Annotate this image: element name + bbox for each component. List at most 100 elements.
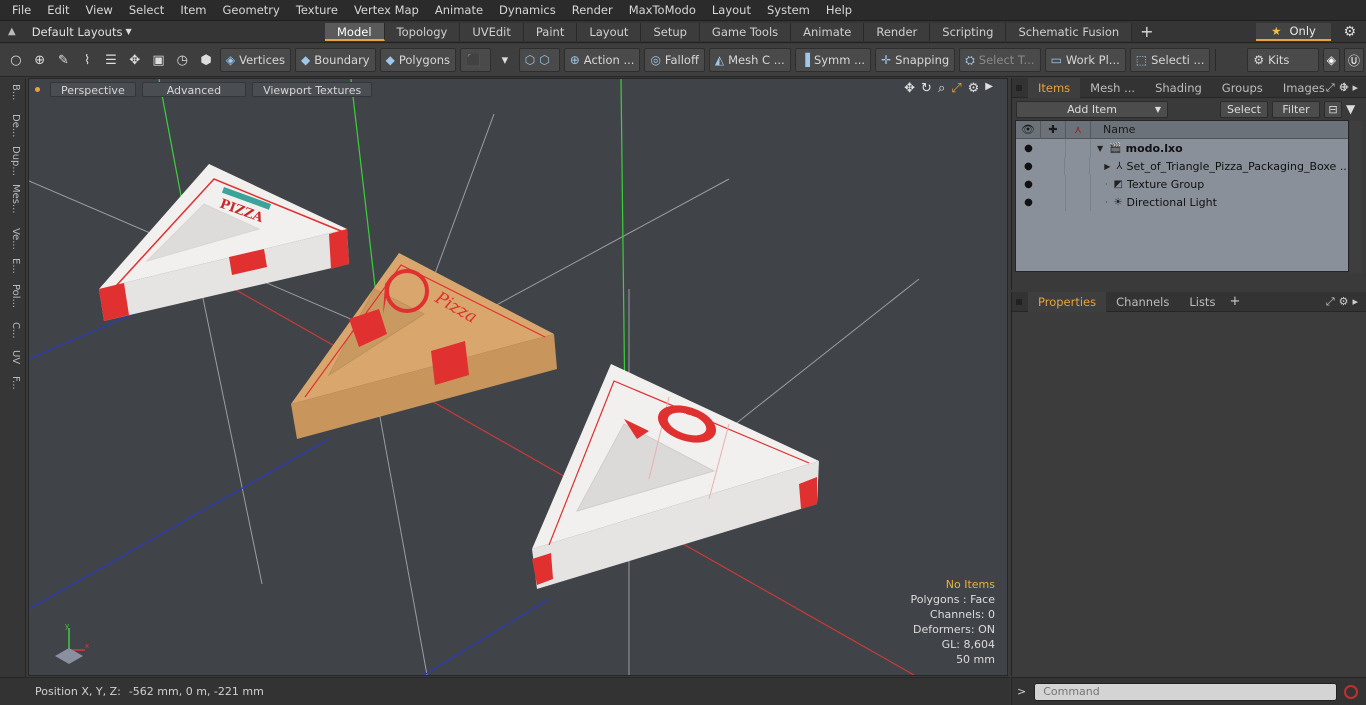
- pizza-box-kraft[interactable]: Pizza: [291, 253, 557, 439]
- tab-model[interactable]: Model: [325, 22, 385, 41]
- menu-animate[interactable]: Animate: [427, 0, 491, 21]
- tab-layout[interactable]: Layout: [577, 22, 642, 41]
- eye-icon[interactable]: ●: [1016, 143, 1041, 154]
- scene-canvas[interactable]: PIZZA Pizza PIZZA: [29, 79, 1008, 676]
- tree-row-texture-group[interactable]: ● · ◩ Texture Group: [1016, 175, 1348, 193]
- expand-up-icon[interactable]: ▲: [8, 26, 16, 37]
- vtab-vertex[interactable]: Ve...: [3, 228, 21, 250]
- snap-tools-group[interactable]: ⬡ ⬡: [518, 48, 560, 72]
- vtab-curve[interactable]: C...: [3, 322, 21, 339]
- menu-dynamics[interactable]: Dynamics: [491, 0, 564, 21]
- tree-row-scene[interactable]: ● ▼ 🎬 modo.lxo: [1016, 139, 1348, 157]
- tab-channels[interactable]: Channels: [1106, 292, 1179, 312]
- menu-item[interactable]: Item: [172, 0, 214, 21]
- filter-button[interactable]: Filter: [1272, 100, 1320, 118]
- funnel-icon[interactable]: ▼: [1346, 102, 1360, 116]
- snapping-button[interactable]: ✛ Snapping: [875, 48, 956, 72]
- eye-icon[interactable]: ●: [1016, 161, 1041, 172]
- viewport-menu-arrow-icon[interactable]: ▶: [985, 81, 993, 96]
- unity-button[interactable]: ◈: [1322, 48, 1340, 72]
- vtab-duplicate[interactable]: Dup...: [3, 146, 21, 176]
- menu-select[interactable]: Select: [121, 0, 172, 21]
- panel-window-controls-icon[interactable]: ⤢⚙▸: [1326, 81, 1362, 95]
- vertices-button[interactable]: ◈ Vertices: [219, 48, 291, 72]
- kits-button[interactable]: ⚙ Kits: [1247, 48, 1319, 72]
- shield-icon[interactable]: ⬢: [195, 49, 217, 71]
- brush-icon[interactable]: ⌇: [76, 49, 98, 71]
- tab-mesh[interactable]: Mesh ...: [1080, 78, 1145, 98]
- name-column-header[interactable]: Name: [1091, 123, 1135, 136]
- tab-scripting[interactable]: Scripting: [930, 22, 1007, 41]
- collapse-icon[interactable]: ⊟: [1324, 100, 1342, 118]
- vtab-deform[interactable]: De...: [3, 114, 21, 137]
- visibility-column-icon[interactable]: 👁: [1016, 120, 1041, 139]
- rotate-icon[interactable]: ↻: [921, 81, 932, 96]
- tab-schematic-fusion[interactable]: Schematic Fusion: [1006, 22, 1133, 41]
- pan-icon[interactable]: ✥: [904, 81, 915, 96]
- globe-icon[interactable]: ⊕: [29, 49, 51, 71]
- tab-lists[interactable]: Lists: [1179, 292, 1225, 312]
- add-tab-icon[interactable]: +: [1132, 22, 1161, 41]
- lock-column-icon[interactable]: ✚: [1041, 120, 1066, 139]
- expand-arrow-icon[interactable]: ▼: [1097, 144, 1103, 153]
- eye-icon[interactable]: ●: [1016, 179, 1041, 190]
- tab-animate[interactable]: Animate: [791, 22, 865, 41]
- perspective-button[interactable]: Perspective: [50, 81, 136, 97]
- vtab-fusion[interactable]: F...: [3, 376, 21, 390]
- transform-icon[interactable]: ✥: [124, 49, 146, 71]
- zoom-icon[interactable]: ⌕: [938, 81, 945, 96]
- tab-render[interactable]: Render: [864, 22, 931, 41]
- panel-grip-icon[interactable]: [1016, 84, 1022, 91]
- viewport-gear-icon[interactable]: ⚙: [968, 81, 980, 96]
- frame-icon[interactable]: ▣: [148, 49, 170, 71]
- chevron-down-icon[interactable]: ▾: [494, 49, 516, 71]
- menu-system[interactable]: System: [759, 0, 818, 21]
- 3d-viewport[interactable]: Perspective Advanced Viewport Textures ✥…: [28, 78, 1008, 676]
- record-macro-icon[interactable]: [1344, 684, 1359, 699]
- polygons-button[interactable]: ◆ Polygons: [379, 48, 457, 72]
- unreal-button[interactable]: Ⓤ: [1344, 48, 1365, 72]
- tab-setup[interactable]: Setup: [641, 22, 700, 41]
- advanced-button[interactable]: Advanced: [141, 81, 247, 97]
- menu-help[interactable]: Help: [818, 0, 860, 21]
- only-button[interactable]: ★ Only: [1256, 23, 1331, 41]
- circle-select-icon[interactable]: ○: [5, 49, 27, 71]
- vtab-edge[interactable]: E...: [3, 258, 21, 274]
- add-item-button[interactable]: Add Item ▼: [1016, 100, 1168, 118]
- stack-icon[interactable]: ☰: [100, 49, 122, 71]
- tree-scrollbar[interactable]: [1350, 121, 1362, 273]
- pizza-box-white-2[interactable]: PIZZA: [532, 364, 819, 589]
- command-history-chevron-icon[interactable]: >: [1017, 685, 1026, 698]
- vtab-mesh-edit[interactable]: Mes...: [3, 184, 21, 214]
- menu-view[interactable]: View: [78, 0, 121, 21]
- tab-properties[interactable]: Properties: [1028, 291, 1107, 312]
- gear-icon[interactable]: ⚙: [1343, 24, 1356, 40]
- tab-items[interactable]: Items: [1028, 77, 1081, 98]
- menu-vertex-map[interactable]: Vertex Map: [346, 0, 427, 21]
- action-center-button[interactable]: ⊕ Action ...: [563, 48, 641, 72]
- tab-topology[interactable]: Topology: [384, 22, 461, 41]
- selection-sets-button[interactable]: ⬚ Selecti ...: [1129, 48, 1211, 72]
- boundary-button[interactable]: ◆ Boundary: [295, 48, 376, 72]
- pizza-box-white-1[interactable]: PIZZA: [99, 164, 349, 321]
- pen-icon[interactable]: ✎: [53, 49, 75, 71]
- symmetry-button[interactable]: ▐ Symm ...: [794, 48, 872, 72]
- falloff-button[interactable]: ◎ Falloff: [644, 48, 705, 72]
- vtab-basic[interactable]: B...: [3, 84, 21, 100]
- tab-groups[interactable]: Groups: [1212, 78, 1273, 98]
- command-input[interactable]: [1034, 682, 1338, 701]
- menu-render[interactable]: Render: [564, 0, 621, 21]
- material-mode-button[interactable]: ⬛: [460, 48, 491, 72]
- viewport-menu-dot[interactable]: [35, 86, 40, 92]
- menu-edit[interactable]: Edit: [39, 0, 77, 21]
- mesh-constraints-button[interactable]: ◭ Mesh C ...: [708, 48, 791, 72]
- tab-uvedit[interactable]: UVEdit: [460, 22, 524, 41]
- render-column-icon[interactable]: ⋏: [1066, 120, 1091, 139]
- vtab-uv[interactable]: UV: [3, 350, 21, 364]
- tab-game-tools[interactable]: Game Tools: [699, 22, 792, 41]
- expand-arrow-icon[interactable]: ▶: [1104, 162, 1110, 171]
- layout-picker[interactable]: ▲ Default Layouts ▼: [0, 21, 325, 43]
- menu-texture[interactable]: Texture: [288, 0, 346, 21]
- eye-icon[interactable]: ●: [1016, 197, 1041, 208]
- menu-layout[interactable]: Layout: [704, 0, 759, 21]
